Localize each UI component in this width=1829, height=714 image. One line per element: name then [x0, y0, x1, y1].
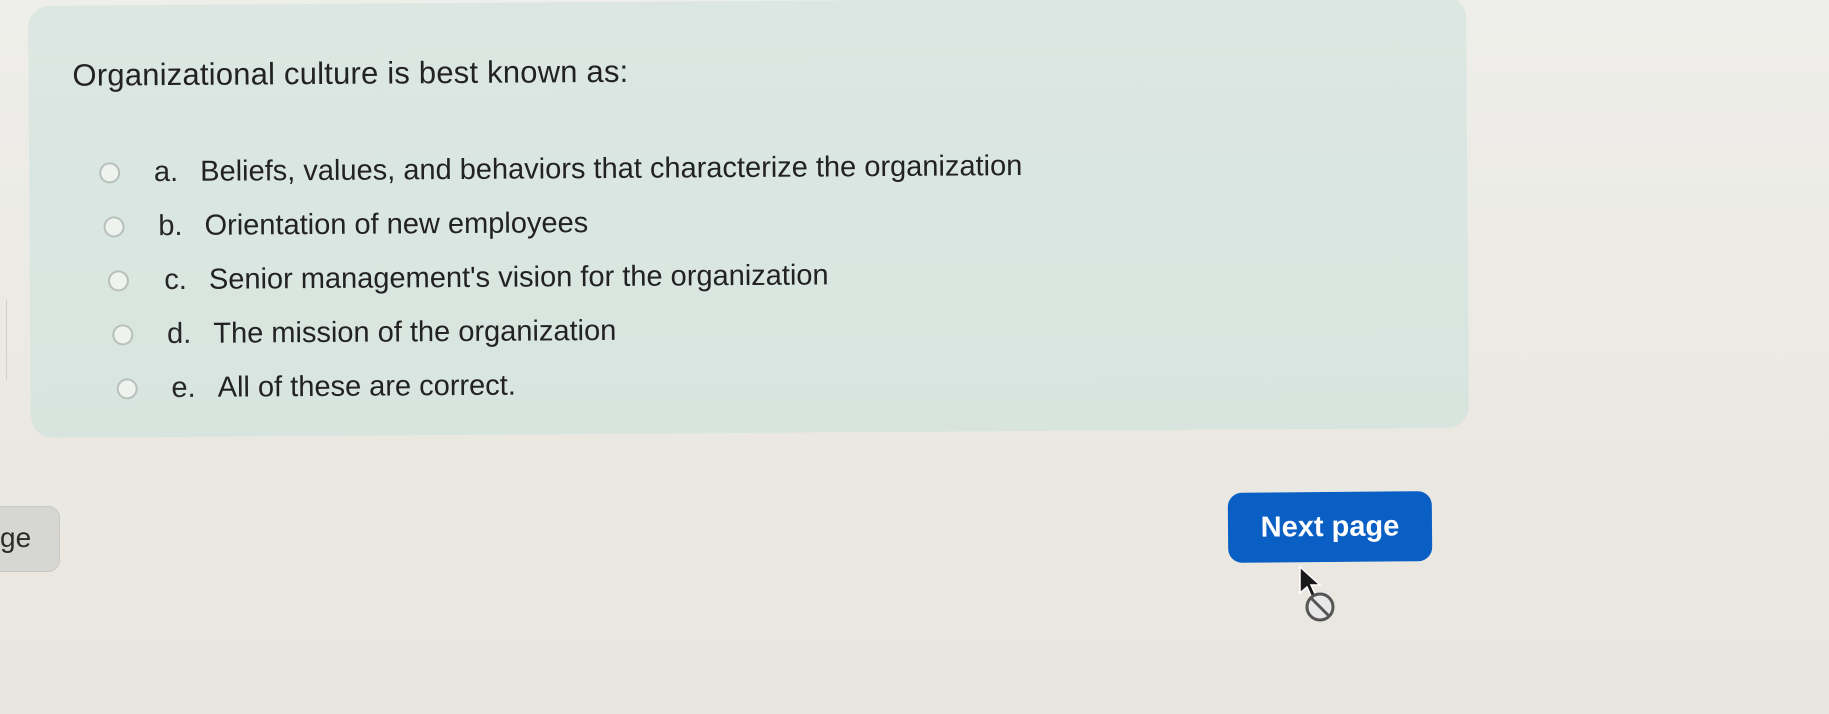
not-allowed-cursor-icon — [1299, 565, 1335, 622]
quiz-page: Organizational culture is best known as:… — [0, 0, 1829, 714]
answer-option-d[interactable]: d. The mission of the organization — [112, 301, 1024, 361]
answer-letter: b. — [158, 209, 183, 242]
answer-option-a[interactable]: a. Beliefs, values, and behaviors that c… — [99, 139, 1023, 199]
answer-letter: d. — [166, 317, 192, 350]
left-panel-edge — [0, 300, 7, 380]
answer-label: Senior management's vision for the organ… — [208, 258, 829, 296]
answer-letter: e. — [171, 371, 196, 404]
answer-option-b[interactable]: b. Orientation of new employees — [103, 193, 1023, 253]
answer-letter: c. — [164, 263, 188, 296]
answer-option-c[interactable]: c. Senior management's vision for the or… — [107, 247, 1024, 307]
answer-options: a. Beliefs, values, and behaviors that c… — [99, 139, 1024, 415]
next-page-button[interactable]: Next page — [1227, 491, 1433, 563]
previous-page-button[interactable]: ge — [0, 506, 60, 572]
radio-button-e[interactable] — [116, 377, 138, 399]
answer-letter: a. — [153, 155, 179, 188]
radio-button-a[interactable] — [99, 161, 121, 184]
radio-button-d[interactable] — [112, 323, 134, 345]
answer-label: Orientation of new employees — [204, 206, 589, 242]
question-text: Organizational culture is best known as: — [72, 53, 629, 93]
question-card: Organizational culture is best known as:… — [28, 0, 1469, 438]
answer-label: The mission of the organization — [213, 314, 617, 350]
radio-button-c[interactable] — [107, 269, 129, 291]
answer-label: Beliefs, values, and behaviors that char… — [200, 149, 1023, 188]
answer-option-e[interactable]: e. All of these are correct. — [116, 355, 1024, 415]
previous-page-label: ge — [0, 522, 32, 553]
answer-label: All of these are correct. — [217, 369, 516, 404]
radio-button-b[interactable] — [103, 215, 125, 237]
